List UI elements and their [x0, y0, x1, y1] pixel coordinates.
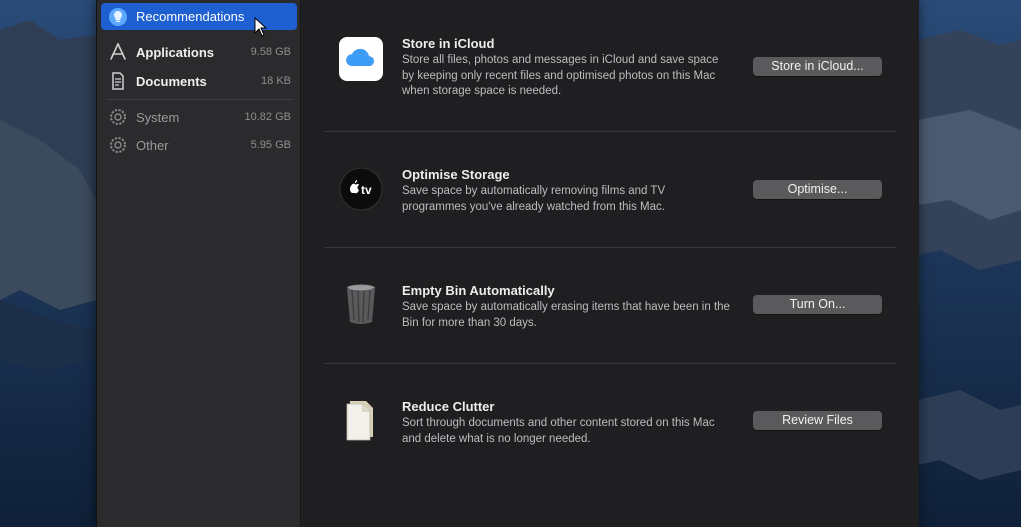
gear-icon [108, 135, 128, 155]
document-icon [108, 71, 128, 91]
recommendation-store-in-icloud: Store in iCloud Store all files, photos … [302, 0, 919, 116]
sidebar-divider [107, 99, 293, 100]
recommendation-description: Save space by automatically removing fil… [402, 185, 666, 213]
sidebar-item-label: Documents [136, 73, 207, 89]
sidebar-item-label: Recommendations [136, 9, 245, 24]
trash-bin-icon [338, 280, 384, 326]
sidebar-item-size: 9.58 GB [250, 46, 291, 58]
sidebar-item-label: System [136, 109, 180, 125]
sidebar-item-documents[interactable]: Documents 18 KB [101, 68, 297, 94]
sidebar-item-other[interactable]: Other 5.95 GB [101, 132, 297, 158]
recommendation-title: Store in iCloud [402, 36, 495, 51]
recommendation-empty-bin: Empty Bin Automatically Save space by au… [302, 248, 919, 364]
recommendation-optimise-storage: tv Optimise Storage Save space by automa… [302, 132, 919, 248]
document-icon [338, 397, 384, 443]
lightbulb-icon [108, 7, 128, 27]
sidebar-item-applications[interactable]: Applications 9.58 GB [101, 39, 297, 65]
sidebar-item-label: Other [136, 137, 169, 153]
apple-tv-icon: tv [338, 166, 384, 212]
sidebar-item-size: 18 KB [261, 75, 291, 87]
applications-icon [108, 42, 128, 62]
mouse-pointer-icon [254, 17, 268, 37]
store-in-icloud-button[interactable]: Store in iCloud... [753, 57, 882, 76]
recommendation-title: Empty Bin Automatically [402, 283, 555, 298]
recommendation-description: Save space by automatically erasing item… [402, 301, 730, 329]
recommendations-panel: Store in iCloud Store all files, photos … [302, 0, 919, 527]
recommendation-description: Store all files, photos and messages in … [402, 54, 719, 97]
sidebar-item-label: Applications [136, 44, 215, 60]
gear-icon [108, 107, 128, 127]
apple-tv-label: tv [361, 183, 372, 197]
review-files-button[interactable]: Review Files [753, 411, 882, 430]
storage-management-window: Recommendations Applications 9.58 GB Doc… [96, 0, 919, 527]
sidebar: Recommendations Applications 9.58 GB Doc… [97, 0, 301, 527]
sidebar-item-size: 5.95 GB [250, 139, 291, 151]
recommendation-title: Optimise Storage [402, 167, 510, 182]
recommendation-title: Reduce Clutter [402, 399, 495, 414]
icloud-icon [338, 36, 384, 82]
recommendation-reduce-clutter: Reduce Clutter Sort through documents an… [302, 364, 919, 480]
recommendation-description: Sort through documents and other content… [402, 417, 715, 445]
optimise-button[interactable]: Optimise... [753, 180, 882, 199]
turn-on-button[interactable]: Turn On... [753, 295, 882, 314]
sidebar-item-system[interactable]: System 10.82 GB [101, 104, 297, 130]
sidebar-item-size: 10.82 GB [244, 111, 291, 123]
